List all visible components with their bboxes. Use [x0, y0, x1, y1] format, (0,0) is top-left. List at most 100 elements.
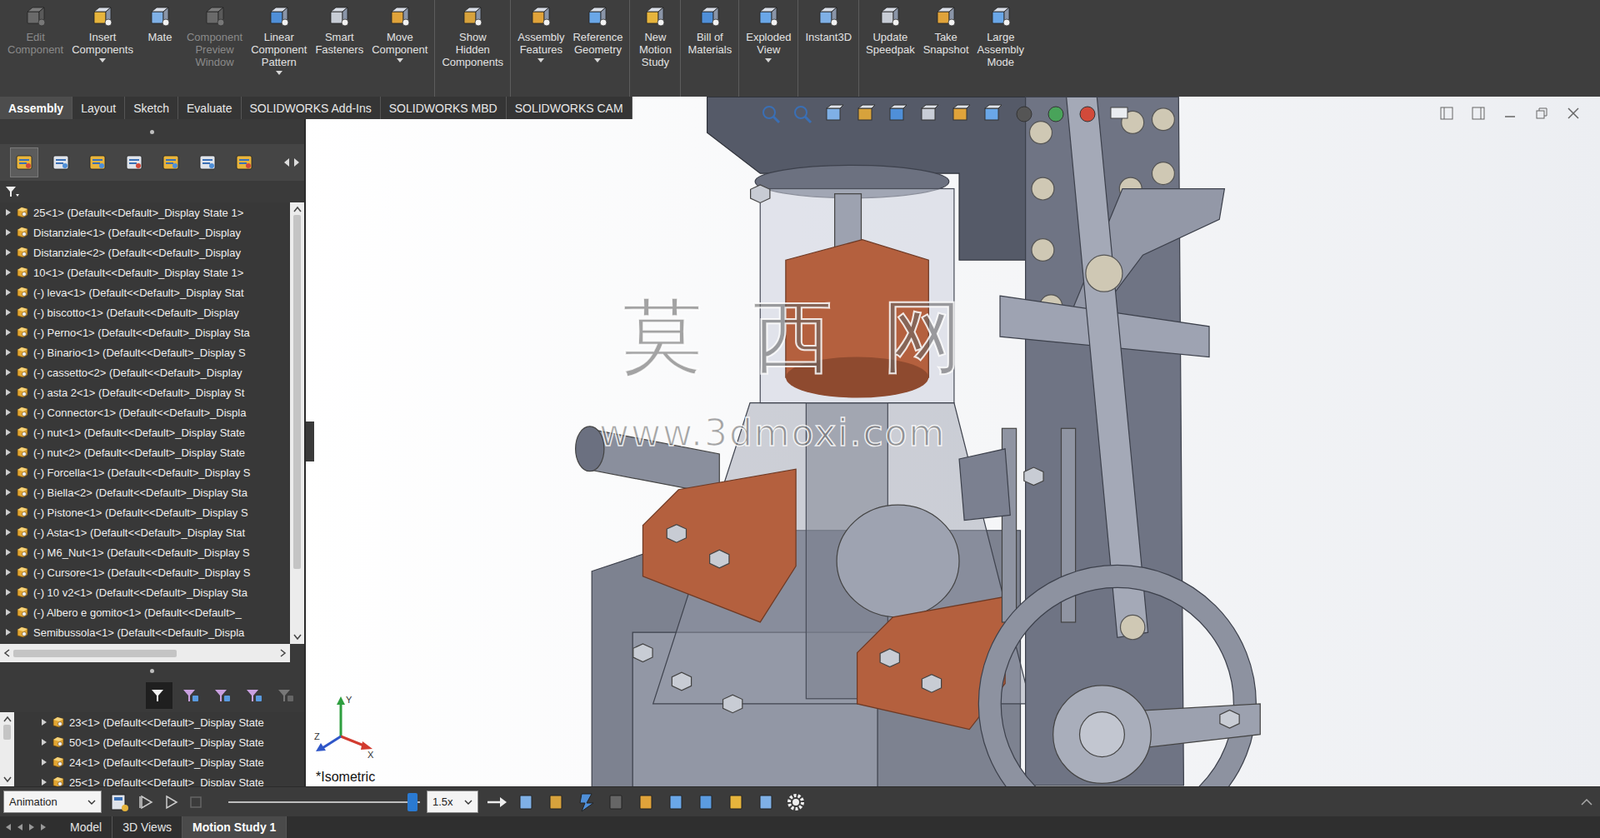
- motion-tool-icon[interactable]: [485, 791, 509, 814]
- command-button[interactable]: EditComponent: [3, 0, 68, 56]
- expand-arrow-icon[interactable]: [5, 528, 12, 537]
- tree-vertical-scrollbar[interactable]: [290, 202, 305, 645]
- scrollbar-thumb[interactable]: [3, 725, 11, 740]
- scroll-up-icon[interactable]: [293, 205, 302, 213]
- scroll-right-icon[interactable]: [280, 649, 287, 658]
- tree-item[interactable]: (-) Asta<1> (Default<<Default>_Display S…: [0, 522, 290, 543]
- tree-item[interactable]: (-) Cursore<1> (Default<<Default>_Displa…: [0, 562, 290, 583]
- command-button[interactable]: SmartFasteners: [310, 0, 368, 56]
- tree-item[interactable]: (-) leva<1> (Default<<Default>_Display S…: [0, 282, 290, 303]
- filter-button[interactable]: [209, 682, 236, 710]
- tree-item[interactable]: (-) nut<1> (Default<<Default>_Display St…: [0, 422, 290, 443]
- view-tool-icon[interactable]: [760, 103, 782, 125]
- scroll-right-icon[interactable]: [292, 157, 301, 168]
- expand-arrow-icon[interactable]: [40, 778, 48, 787]
- expand-arrow-icon[interactable]: [5, 408, 12, 417]
- panel-tab[interactable]: [193, 147, 222, 178]
- motion-tool-icon[interactable]: [575, 791, 599, 814]
- panel-tab[interactable]: [46, 147, 75, 178]
- filter-button[interactable]: [240, 682, 268, 710]
- scroll-down-icon[interactable]: [3, 776, 12, 784]
- tree-item[interactable]: (-) Pistone<1> (Default<<Default>_Displa…: [0, 502, 290, 523]
- tree-item[interactable]: (-) Albero e gomito<1> (Default<<Default…: [0, 602, 290, 623]
- tree-item[interactable]: (-) Connector<1> (Default<<Default>_Disp…: [0, 402, 290, 423]
- panel-tab[interactable]: [156, 147, 185, 178]
- scroll-left-icon[interactable]: [282, 157, 291, 168]
- motion-tool-icon[interactable]: [725, 791, 749, 814]
- expand-arrow-icon[interactable]: [5, 448, 12, 457]
- command-tab[interactable]: SOLIDWORKS CAM: [506, 96, 633, 120]
- tree-item[interactable]: 25<1> (Default<<Default>_Display State 1…: [0, 202, 290, 223]
- tree-item[interactable]: 23<1> (Default<<Default>_Display State: [14, 712, 305, 733]
- motion-tool-icon[interactable]: [515, 791, 539, 814]
- expand-arrow-icon[interactable]: [5, 588, 12, 597]
- panel-tab[interactable]: [83, 147, 112, 178]
- motion-tool-icon[interactable]: [665, 791, 689, 814]
- view-tool-icon[interactable]: [918, 103, 940, 125]
- tab-nav-icon[interactable]: [3, 822, 14, 833]
- study-type-dropdown[interactable]: Animation: [3, 790, 102, 814]
- tree-item[interactable]: (-) 10 v2<1> (Default<<Default>_Display …: [0, 582, 290, 603]
- tree-item[interactable]: (-) Perno<1> (Default<<Default>_Display …: [0, 322, 290, 343]
- dropdown-arrow-icon[interactable]: [275, 70, 283, 75]
- expand-arrow-icon[interactable]: [5, 348, 12, 357]
- play-from-start-icon[interactable]: [136, 793, 155, 812]
- command-tab[interactable]: Sketch: [125, 96, 179, 120]
- settings-gear-icon[interactable]: [785, 791, 807, 814]
- dropdown-arrow-icon[interactable]: [537, 58, 545, 63]
- command-button[interactable]: LinearComponentPattern: [246, 0, 311, 75]
- command-tab[interactable]: Assembly: [0, 96, 73, 120]
- filter-button[interactable]: [177, 682, 205, 710]
- close-icon[interactable]: [1565, 105, 1582, 122]
- tree-item[interactable]: 25<1> (Default<<Default>_Display State: [14, 772, 305, 787]
- command-button[interactable]: ComponentPreviewWindow: [182, 0, 247, 69]
- view-tool-icon[interactable]: [886, 103, 909, 125]
- tree-item[interactable]: Semibussola<1> (Default<<Default>_Displa: [0, 622, 290, 643]
- panel-tab-scroller[interactable]: [282, 157, 305, 168]
- command-tab[interactable]: SOLIDWORKS MBD: [380, 96, 507, 120]
- view-tool-icon[interactable]: [950, 103, 972, 125]
- tree-item[interactable]: 50<1> (Default<<Default>_Display State: [14, 732, 305, 753]
- bottom-tab[interactable]: 3D Views: [112, 816, 183, 838]
- lower-scrollbar[interactable]: [0, 712, 15, 787]
- tree-item[interactable]: 10<1> (Default<<Default>_Display State 1…: [0, 262, 290, 283]
- view-tool-icon[interactable]: [823, 103, 845, 125]
- expand-arrow-icon[interactable]: [5, 268, 12, 277]
- expand-arrow-icon[interactable]: [5, 628, 12, 637]
- expand-arrow-icon[interactable]: [40, 738, 48, 747]
- play-icon[interactable]: [161, 793, 180, 812]
- tree-item[interactable]: (-) Binario<1> (Default<<Default>_Displa…: [0, 342, 290, 363]
- split-left-icon[interactable]: [1438, 105, 1455, 122]
- command-button[interactable]: AssemblyFeatures: [513, 0, 569, 63]
- filter-icon[interactable]: [5, 185, 20, 199]
- view-tool-icon[interactable]: [1013, 103, 1035, 125]
- motion-tool-icon[interactable]: [605, 791, 629, 814]
- motion-tool-icon[interactable]: [695, 791, 719, 814]
- command-button[interactable]: InsertComponents: [67, 0, 138, 63]
- command-button[interactable]: MoveComponent: [367, 0, 432, 63]
- panel-collapse-handle[interactable]: [305, 421, 315, 462]
- command-button[interactable]: UpdateSpeedpak: [861, 0, 920, 56]
- expand-arrow-icon[interactable]: [5, 248, 12, 257]
- tree-item[interactable]: (-) cassetto<2> (Default<<Default>_Displ…: [0, 362, 290, 383]
- scroll-up-icon[interactable]: [3, 715, 12, 723]
- tab-nav-icon[interactable]: [26, 822, 37, 833]
- expand-up-icon[interactable]: [1580, 798, 1594, 807]
- tree-item[interactable]: (-) biscotto<1> (Default<<Default>_Displ…: [0, 302, 290, 323]
- expand-arrow-icon[interactable]: [5, 428, 12, 437]
- panel-splitter[interactable]: [0, 662, 305, 680]
- command-tab[interactable]: Evaluate: [178, 96, 241, 120]
- expand-arrow-icon[interactable]: [5, 308, 12, 317]
- expand-arrow-icon[interactable]: [40, 718, 48, 727]
- command-button[interactable]: Mate: [137, 0, 183, 44]
- dropdown-arrow-icon[interactable]: [765, 58, 772, 63]
- tree-filter[interactable]: [0, 180, 305, 203]
- expand-arrow-icon[interactable]: [5, 548, 12, 557]
- filter-button[interactable]: [272, 682, 300, 710]
- command-button[interactable]: NewMotionStudy: [632, 0, 678, 69]
- tree-item[interactable]: (-) Biella<2> (Default<<Default>_Display…: [0, 482, 290, 503]
- command-tab[interactable]: SOLIDWORKS Add-Ins: [241, 96, 381, 120]
- expand-arrow-icon[interactable]: [5, 328, 12, 337]
- dropdown-arrow-icon[interactable]: [594, 58, 601, 63]
- minimize-icon[interactable]: [1501, 105, 1519, 122]
